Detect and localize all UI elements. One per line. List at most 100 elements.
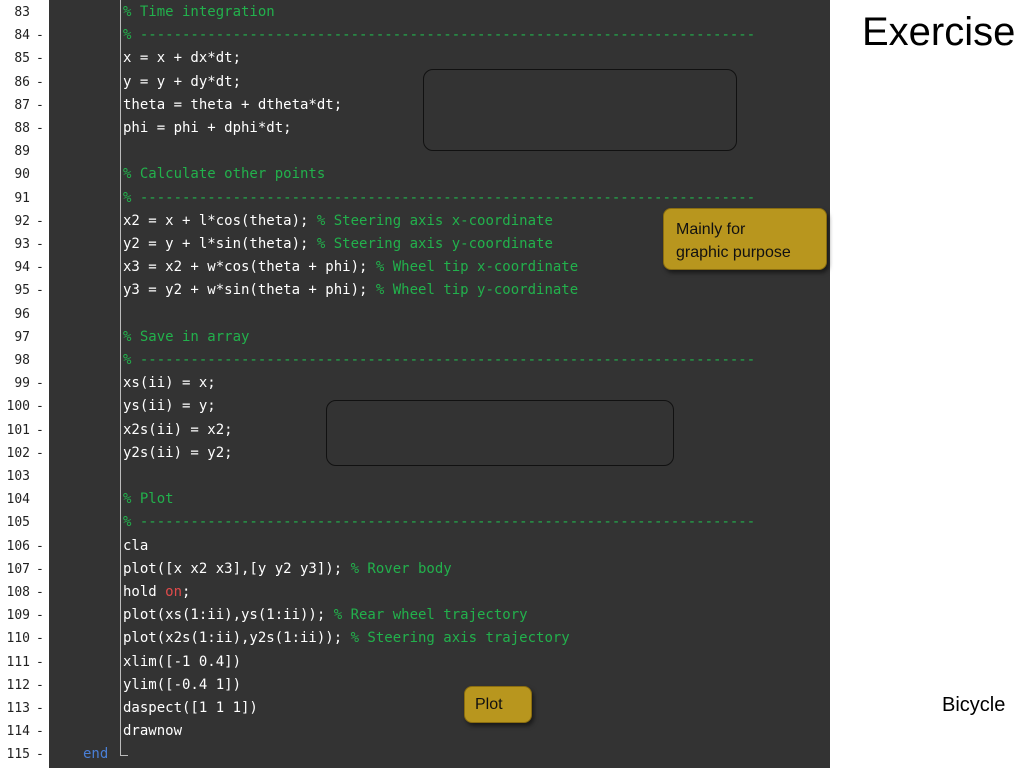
breakpoint-marker[interactable]: -	[36, 419, 45, 442]
code-comment: % --------------------------------------…	[123, 514, 756, 531]
line-number: 113	[6, 701, 30, 716]
code-comment: % --------------------------------------…	[123, 27, 756, 44]
line-number: 115	[6, 747, 30, 763]
breakpoint-marker[interactable]: -	[36, 210, 45, 233]
code-editor[interactable]: 83% Time integration 84-% ---------------…	[0, 0, 830, 768]
breakpoint-marker[interactable]: -	[36, 535, 45, 558]
code-line: end	[83, 743, 108, 766]
code-line: x2 = x + l*cos(theta); % Steering axis x…	[123, 210, 553, 233]
highlight-box-save-array	[326, 400, 674, 466]
line-number: 110	[6, 631, 30, 647]
breakpoint-marker[interactable]: -	[36, 24, 45, 47]
breakpoint-marker[interactable]: -	[36, 697, 45, 720]
line-number: 92	[14, 213, 30, 229]
breakpoint-marker[interactable]: -	[36, 674, 45, 697]
code-line: y2s(ii) = y2;	[123, 442, 233, 465]
line-number: 100	[6, 399, 30, 415]
breakpoint-marker[interactable]: -	[36, 117, 45, 140]
code-text: ylim([-0.4 1])	[123, 676, 242, 693]
code-keyword: end	[83, 746, 109, 763]
breakpoint-marker[interactable]: -	[36, 279, 45, 302]
code-line: xlim([-1 0.4])	[123, 651, 241, 674]
line-number: 106	[6, 538, 30, 554]
breakpoint-marker[interactable]: -	[36, 604, 45, 627]
breakpoint-marker[interactable]: -	[36, 395, 45, 418]
code-line: % --------------------------------------…	[123, 511, 755, 534]
breakpoint-marker[interactable]: -	[36, 720, 45, 743]
line-number: 90	[14, 167, 30, 183]
breakpoint-marker[interactable]: -	[36, 627, 45, 650]
code-line: % Time integration	[123, 1, 275, 24]
line-number: 101	[6, 422, 30, 438]
line-number: 89	[14, 144, 30, 160]
code-line: plot([x x2 x3],[y y2 y3]); % Rover body	[123, 558, 452, 581]
code-comment: % Plot	[123, 491, 174, 508]
line-number: 109	[6, 608, 30, 624]
line-number: 105	[6, 515, 30, 531]
line-number: 112	[6, 677, 30, 693]
line-number: 85	[14, 51, 30, 67]
line-number: 98	[14, 353, 30, 368]
code-line: y2 = y + l*sin(theta); % Steering axis y…	[123, 233, 553, 256]
code-line: plot(x2s(1:ii),y2s(1:ii)); % Steering ax…	[123, 627, 570, 650]
code-text: hold	[123, 584, 166, 600]
slide-title: Exercise	[862, 10, 1016, 54]
code-comment: % Calculate other points	[123, 166, 326, 183]
breakpoint-marker[interactable]: -	[36, 651, 45, 674]
code-line: y3 = y2 + w*sin(theta + phi); % Wheel ti…	[123, 279, 578, 302]
code-comment: % Wheel tip x-coordinate	[375, 259, 579, 276]
code-line: % Calculate other points	[123, 163, 325, 186]
callout-graphic-purpose: Mainly for graphic purpose	[663, 208, 827, 270]
line-number: 97	[14, 329, 30, 345]
line-number: 111	[6, 654, 30, 670]
line-number: 88	[14, 121, 30, 136]
code-line: ylim([-0.4 1])	[123, 674, 241, 697]
breakpoint-marker[interactable]: -	[36, 71, 45, 94]
code-line: % --------------------------------------…	[123, 24, 755, 47]
callout-graphic-purpose-text: Mainly for graphic purpose	[676, 221, 791, 261]
code-line: daspect([1 1 1])	[123, 697, 258, 720]
code-comment: % Steering axis trajectory	[350, 630, 570, 647]
breakpoint-marker[interactable]: -	[36, 94, 45, 117]
code-line: x = x + dx*dt;	[123, 47, 241, 70]
code-text: xs(ii) = x;	[123, 375, 216, 392]
code-text: phi = phi + dphi*dt;	[123, 120, 292, 136]
code-line: % --------------------------------------…	[123, 187, 755, 210]
line-number: 103	[6, 469, 30, 484]
breakpoint-marker[interactable]: -	[36, 47, 45, 70]
line-number: 107	[6, 561, 30, 577]
line-number: 94	[14, 260, 30, 276]
code-line: plot(xs(1:ii),ys(1:ii)); % Rear wheel tr…	[123, 604, 528, 627]
breakpoint-marker[interactable]: -	[36, 581, 45, 604]
code-line: phi = phi + dphi*dt;	[123, 117, 292, 140]
code-comment: % Steering axis x-coordinate	[316, 212, 553, 229]
line-number: 99	[14, 376, 30, 392]
code-text: daspect([1 1 1])	[123, 700, 258, 716]
code-text: plot(x2s(1:ii),y2s(1:ii));	[123, 630, 351, 647]
code-text: x2 = x + l*cos(theta);	[123, 212, 317, 229]
breakpoint-marker[interactable]: -	[36, 372, 45, 395]
code-text: y3 = y2 + w*sin(theta + phi);	[123, 282, 376, 299]
breakpoint-marker[interactable]: -	[36, 256, 45, 279]
code-text: cla	[123, 537, 149, 554]
callout-plot: Plot	[464, 686, 532, 723]
code-text: xlim([-1 0.4])	[123, 653, 242, 670]
code-comment: % Time integration	[123, 4, 275, 20]
breakpoint-marker[interactable]: -	[36, 743, 45, 766]
line-number: 108	[6, 585, 30, 600]
code-line: x2s(ii) = x2;	[123, 419, 233, 442]
code-fold-line	[120, 0, 121, 755]
code-text: drawnow	[123, 723, 183, 740]
code-text: ;	[182, 584, 191, 600]
code-line: ys(ii) = y;	[123, 395, 216, 418]
breakpoint-marker[interactable]: -	[36, 442, 45, 465]
code-text: y2s(ii) = y2;	[123, 444, 233, 461]
breakpoint-marker[interactable]: -	[36, 558, 45, 581]
code-line: y = y + dy*dt;	[123, 71, 241, 94]
breakpoint-marker[interactable]: -	[36, 233, 45, 256]
code-line: hold on;	[123, 581, 190, 604]
code-comment: % Steering axis y-coordinate	[316, 236, 553, 252]
code-text: x = x + dx*dt;	[123, 50, 242, 67]
code-fold-end	[120, 755, 128, 756]
line-number: 95	[14, 283, 30, 299]
